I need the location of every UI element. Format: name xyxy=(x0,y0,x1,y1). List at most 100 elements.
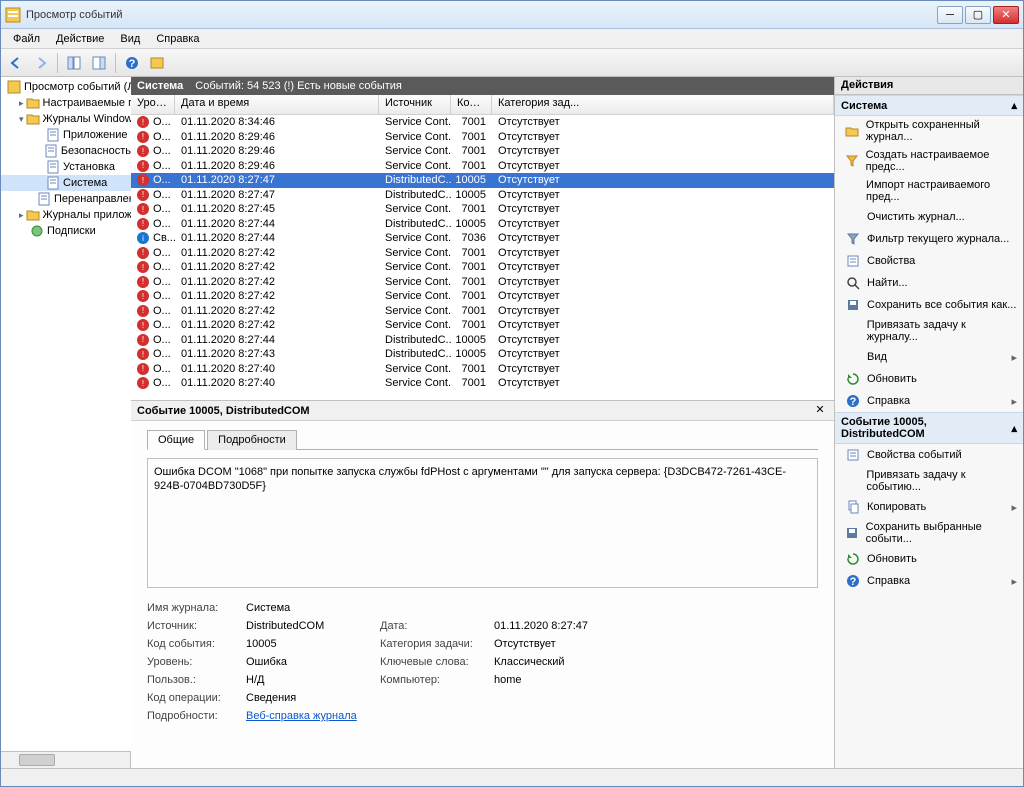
event-row[interactable]: !О...01.11.2020 8:27:42Service Cont...70… xyxy=(131,318,834,333)
tree-item[interactable]: Просмотр событий (Ло xyxy=(1,79,131,95)
cell-category: Отсутствует xyxy=(492,260,834,275)
event-row[interactable]: !О...01.11.2020 8:27:44DistributedC...10… xyxy=(131,217,834,232)
show-hide-actions-button[interactable] xyxy=(88,52,110,74)
level-error-icon: ! xyxy=(137,276,149,288)
close-button[interactable]: ✕ xyxy=(993,6,1019,24)
action-item[interactable]: Привязать задачу к событию... xyxy=(835,466,1023,496)
tree-item[interactable]: Система xyxy=(1,175,131,191)
column-code[interactable]: Код с... xyxy=(451,95,492,114)
action-icon xyxy=(845,349,861,365)
menu-file[interactable]: Файл xyxy=(5,31,48,47)
action-item[interactable]: Найти... xyxy=(835,272,1023,294)
action-item[interactable]: Копировать▸ xyxy=(835,496,1023,518)
event-row[interactable]: !О...01.11.2020 8:29:46Service Cont...70… xyxy=(131,159,834,174)
action-item[interactable]: Очистить журнал... xyxy=(835,206,1023,228)
event-row[interactable]: !О...01.11.2020 8:27:40Service Cont...70… xyxy=(131,362,834,377)
toolbar-extra-button[interactable] xyxy=(146,52,168,74)
maximize-button[interactable]: ▢ xyxy=(965,6,991,24)
cell-source: Service Cont... xyxy=(379,289,451,304)
detail-close-button[interactable]: ✕ xyxy=(812,403,828,419)
tree-expander-icon[interactable]: ▾ xyxy=(19,114,24,125)
tree-pane[interactable]: Просмотр событий (Ло▸Настраиваемые пр▾Жу… xyxy=(1,77,131,751)
cell-source: DistributedC... xyxy=(379,217,451,232)
tree-node-icon xyxy=(26,96,40,110)
tree-item[interactable]: ▸Настраиваемые пр xyxy=(1,95,131,111)
tree-node-icon xyxy=(44,144,58,158)
menu-action[interactable]: Действие xyxy=(48,31,112,47)
action-item[interactable]: Фильтр текущего журнала... xyxy=(835,228,1023,250)
event-row[interactable]: !О...01.11.2020 8:34:46Service Cont...70… xyxy=(131,115,834,130)
action-item[interactable]: Создать настраиваемое предс... xyxy=(835,146,1023,176)
event-row[interactable]: !О...01.11.2020 8:29:46Service Cont...70… xyxy=(131,144,834,159)
event-row[interactable]: !О...01.11.2020 8:27:45Service Cont...70… xyxy=(131,202,834,217)
tree-item[interactable]: Перенаправленн xyxy=(1,191,131,207)
content-area: Просмотр событий (Ло▸Настраиваемые пр▾Жу… xyxy=(1,77,1023,768)
event-row[interactable]: !О...01.11.2020 8:27:42Service Cont...70… xyxy=(131,289,834,304)
tree-item[interactable]: ▸Журналы приложен xyxy=(1,207,131,223)
tree-item[interactable]: Безопасность xyxy=(1,143,131,159)
minimize-button[interactable]: ─ xyxy=(937,6,963,24)
event-row[interactable]: !О...01.11.2020 8:27:47DistributedC...10… xyxy=(131,188,834,203)
web-help-link[interactable]: Веб-справка журнала xyxy=(246,710,357,722)
cell-category: Отсутствует xyxy=(492,202,834,217)
event-row[interactable]: !О...01.11.2020 8:27:42Service Cont...70… xyxy=(131,304,834,319)
menu-help[interactable]: Справка xyxy=(148,31,207,47)
event-row[interactable]: !О...01.11.2020 8:27:44DistributedC...10… xyxy=(131,333,834,348)
action-item[interactable]: Сохранить выбранные событи... xyxy=(835,518,1023,548)
action-item[interactable]: Привязать задачу к журналу... xyxy=(835,316,1023,346)
tab-general[interactable]: Общие xyxy=(147,430,205,450)
actions-section-event[interactable]: Событие 10005, DistributedCOM ▴ xyxy=(835,412,1023,444)
event-row[interactable]: !О...01.11.2020 8:27:42Service Cont...70… xyxy=(131,275,834,290)
menu-view[interactable]: Вид xyxy=(112,31,148,47)
tree-node-icon xyxy=(30,224,44,238)
level-error-icon: ! xyxy=(137,290,149,302)
actions-section-system[interactable]: Система ▴ xyxy=(835,95,1023,116)
cell-source: Service Cont... xyxy=(379,362,451,377)
nav-forward-button[interactable] xyxy=(30,52,52,74)
action-item[interactable]: Свойства событий xyxy=(835,444,1023,466)
level-error-icon: ! xyxy=(137,247,149,259)
level-text: О... xyxy=(153,305,171,317)
cell-source: Service Cont... xyxy=(379,231,451,246)
window-title: Просмотр событий xyxy=(26,9,935,21)
tree-expander-icon[interactable]: ▸ xyxy=(19,210,24,221)
scrollbar-thumb[interactable] xyxy=(19,754,55,766)
tree-item-label: Установка xyxy=(63,161,115,173)
action-item[interactable]: ?Справка▸ xyxy=(835,390,1023,412)
cell-source: Service Cont... xyxy=(379,202,451,217)
event-row[interactable]: !О...01.11.2020 8:27:43DistributedC...10… xyxy=(131,347,834,362)
event-row[interactable]: !О...01.11.2020 8:27:40Service Cont...70… xyxy=(131,376,834,391)
column-datetime[interactable]: Дата и время xyxy=(175,95,379,114)
action-label: Очистить журнал... xyxy=(867,211,965,223)
tree-item[interactable]: Установка xyxy=(1,159,131,175)
tree-item[interactable]: ▾Журналы Windows xyxy=(1,111,131,127)
help-button[interactable]: ? xyxy=(121,52,143,74)
action-item[interactable]: Вид▸ xyxy=(835,346,1023,368)
tree-horizontal-scrollbar[interactable] xyxy=(1,751,130,768)
tree-item[interactable]: Подписки xyxy=(1,223,131,239)
event-row[interactable]: !О...01.11.2020 8:27:42Service Cont...70… xyxy=(131,246,834,261)
event-row[interactable]: !О...01.11.2020 8:27:42Service Cont...70… xyxy=(131,260,834,275)
tab-details[interactable]: Подробности xyxy=(207,430,297,450)
action-item[interactable]: Сохранить все события как... xyxy=(835,294,1023,316)
event-row[interactable]: iСв...01.11.2020 8:27:44Service Cont...7… xyxy=(131,231,834,246)
tree-item[interactable]: Приложение xyxy=(1,127,131,143)
action-item[interactable]: Обновить xyxy=(835,548,1023,570)
action-item[interactable]: Открыть сохраненный журнал... xyxy=(835,116,1023,146)
prop-label: Уровень: xyxy=(147,656,242,668)
event-row[interactable]: !О...01.11.2020 8:29:46Service Cont...70… xyxy=(131,130,834,145)
events-grid[interactable]: Уров... Дата и время Источник Код с... К… xyxy=(131,95,834,401)
tree-expander-icon[interactable]: ▸ xyxy=(19,98,24,109)
show-hide-tree-button[interactable] xyxy=(63,52,85,74)
column-level[interactable]: Уров... xyxy=(131,95,175,114)
action-item[interactable]: Импорт настраиваемого пред... xyxy=(835,176,1023,206)
level-text: О... xyxy=(153,131,171,143)
action-item[interactable]: Свойства xyxy=(835,250,1023,272)
column-source[interactable]: Источник xyxy=(379,95,451,114)
action-item[interactable]: ?Справка▸ xyxy=(835,570,1023,592)
column-category[interactable]: Категория зад... xyxy=(492,95,834,114)
action-item[interactable]: Обновить xyxy=(835,368,1023,390)
level-text: О... xyxy=(153,377,171,389)
nav-back-button[interactable] xyxy=(5,52,27,74)
event-row[interactable]: !О...01.11.2020 8:27:47DistributedC...10… xyxy=(131,173,834,188)
